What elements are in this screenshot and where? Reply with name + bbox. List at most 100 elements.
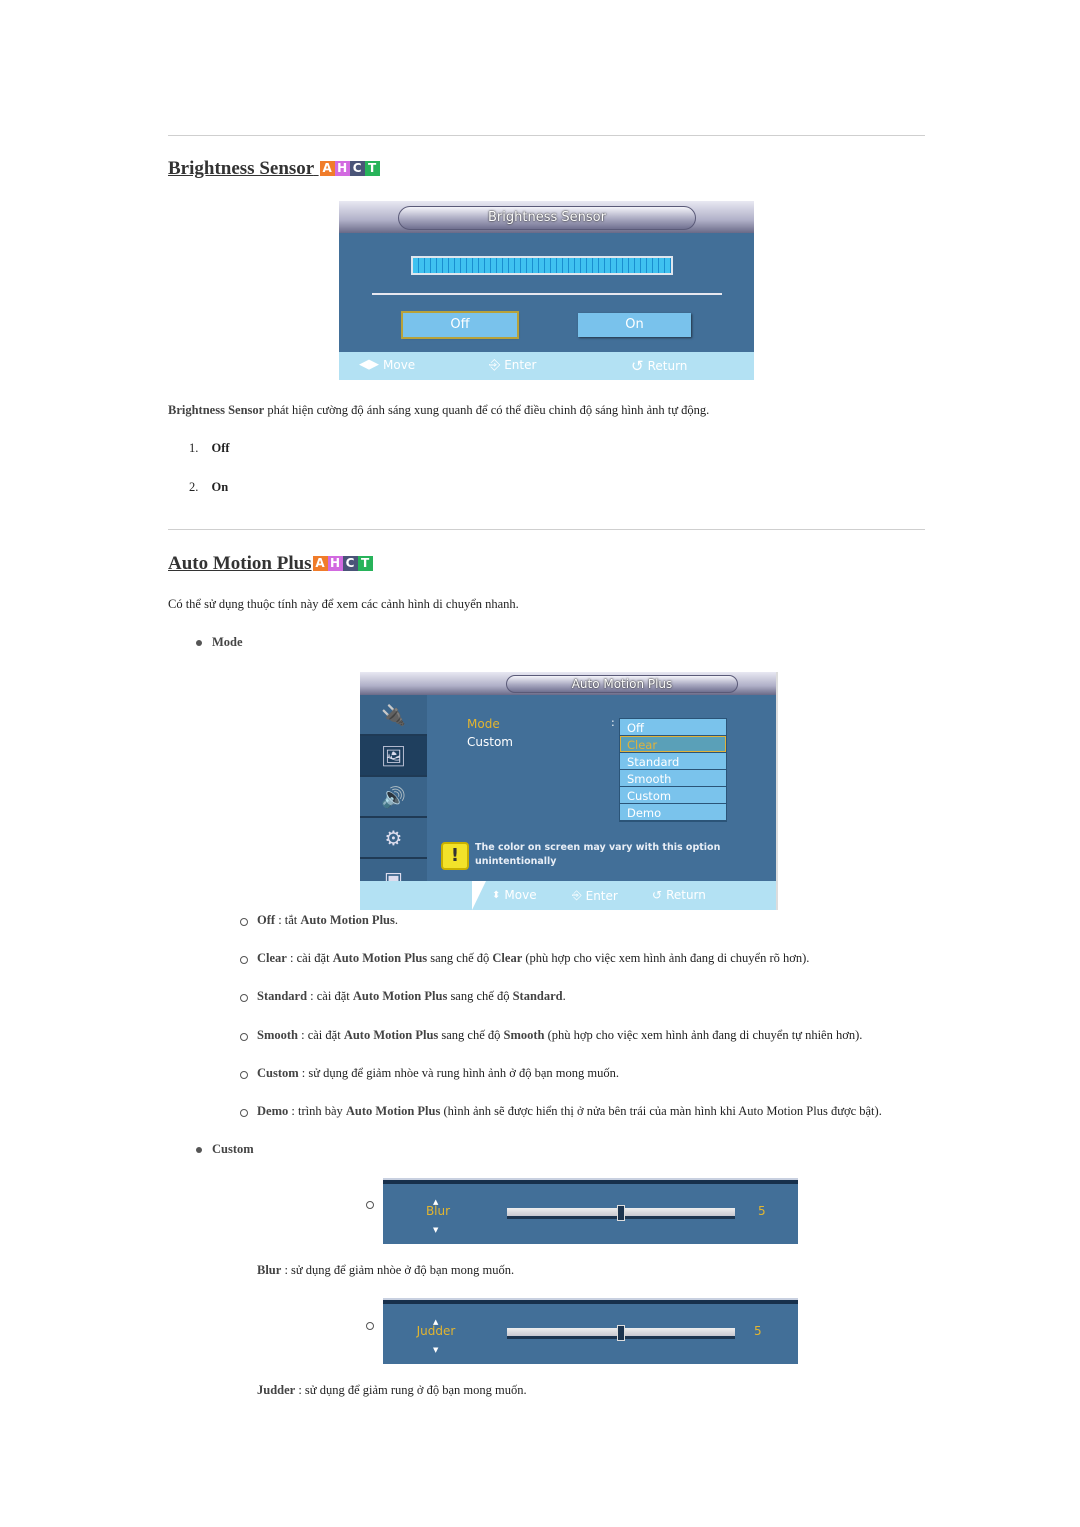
warning-text: The color on screen may vary with this o…: [475, 841, 720, 869]
badge-letter: T: [364, 161, 380, 176]
text-segment: sang chế độ: [427, 951, 493, 966]
circle-bullet-icon: [240, 994, 248, 1003]
option-custom[interactable]: Custom: [620, 787, 726, 803]
bold-term: Brightness Sensor: [168, 403, 265, 417]
option-off[interactable]: Off: [620, 719, 726, 735]
text-segment: : cài đặt: [286, 951, 333, 966]
amp-intro: Có thể sử dụng thuộc tính này để xem các…: [168, 597, 519, 611]
text-segment: sang chế độ: [447, 989, 513, 1004]
text-segment: phát hiện cường độ ánh sáng xung quanh đ…: [264, 403, 710, 417]
divider: [168, 529, 925, 530]
colon: :: [611, 716, 615, 729]
footer-return: Return: [647, 359, 688, 373]
move-arrows-icon: ◀▶: [359, 357, 379, 372]
list-label: Off: [211, 441, 230, 455]
mode-label: Mode: [212, 635, 243, 649]
text-segment: : cài đặt: [307, 989, 353, 1004]
mode-option-item: Off : tắt Auto Motion Plus.: [257, 913, 398, 928]
judder-label: Judder: [416, 1324, 456, 1338]
judder-slider[interactable]: [507, 1325, 735, 1341]
list-label: On: [211, 480, 229, 494]
option-smooth[interactable]: Smooth: [620, 770, 726, 786]
footer-return: Return: [666, 888, 706, 902]
bullet-icon: [196, 640, 202, 646]
heading-text: Brightness Sensor: [168, 158, 314, 179]
badge-letter: T: [357, 556, 373, 571]
slider-thumb[interactable]: [617, 1325, 625, 1341]
heading-text: Auto Motion Plus: [168, 553, 312, 574]
down-arrow-icon[interactable]: ▼: [433, 1226, 438, 1234]
blur-value: 5: [758, 1204, 766, 1218]
picture-icon[interactable]: 🖼: [360, 736, 427, 777]
text-segment: (hình ảnh sẽ được hiển thị ở nửa bên trá…: [440, 1104, 882, 1118]
osd-title: Auto Motion Plus: [506, 675, 738, 693]
circle-bullet-icon: [240, 956, 248, 965]
mode-option-item: Smooth : cài đặt Auto Motion Plus sang c…: [257, 1028, 862, 1043]
osd-title: Brightness Sensor: [398, 206, 696, 230]
osd-sidebar: 🔌 🖼 🔊 ⚙ ▣: [360, 695, 427, 891]
down-arrow-icon[interactable]: ▼: [433, 1346, 438, 1354]
option-demo[interactable]: Demo: [620, 804, 726, 820]
bold-term: Clear: [492, 951, 523, 966]
bold-term: Clear: [257, 951, 287, 966]
off-button[interactable]: Off: [401, 311, 519, 339]
divider: [168, 135, 925, 136]
badge-letter: C: [342, 556, 358, 571]
bold-term: Custom: [257, 1065, 299, 1080]
judder-value: 5: [754, 1324, 762, 1338]
section-heading-brightness-sensor[interactable]: Brightness Sensor AHCT: [168, 158, 380, 180]
brightness-sensor-osd: Brightness Sensor Off On ◀▶ Move ⎆ Enter ↺…: [339, 201, 754, 380]
sound-icon[interactable]: 🔊: [360, 777, 427, 818]
footer-enter: Enter: [504, 358, 537, 372]
section-heading-auto-motion-plus[interactable]: Auto Motion Plus A H C T: [168, 553, 373, 575]
mode-option-item: Demo : trình bày Auto Motion Plus (hình …: [257, 1104, 882, 1119]
option-clear[interactable]: Clear: [620, 736, 726, 752]
bold-term: Off: [257, 913, 276, 927]
menu-item-custom[interactable]: Custom: [467, 735, 513, 749]
setup-gear-icon[interactable]: ⚙: [360, 818, 427, 859]
blur-description: Blur : sử dụng để giảm nhòe ở độ bạn mon…: [257, 1263, 514, 1278]
input-icon[interactable]: 🔌: [360, 695, 427, 736]
text-segment: : sử dụng để giảm nhòe và rung hình ảnh …: [298, 1065, 619, 1080]
enter-icon: ⎆: [572, 888, 582, 902]
bold-term: Blur: [257, 1263, 282, 1277]
mode-option-item: Custom : sử dụng để giảm nhòe và rung hì…: [257, 1066, 619, 1081]
bold-term: Auto Motion Plus: [300, 913, 395, 927]
badge-letter: A: [312, 556, 328, 571]
slider-thumb[interactable]: [617, 1205, 625, 1221]
mode-option-item: Clear : cài đặt Auto Motion Plus sang ch…: [257, 951, 809, 966]
on-button[interactable]: On: [578, 313, 691, 337]
blur-label: Blur: [425, 1204, 451, 1218]
list-item-off: 1. Off: [189, 441, 230, 456]
divider-line: [372, 293, 722, 295]
blur-slider-panel: ▲ Blur ▼ 5: [383, 1180, 798, 1244]
warning-line: unintentionally: [475, 856, 557, 867]
auto-motion-plus-osd: Auto Motion Plus 🔌 🖼 🔊 ⚙ ▣ Mode Custom :…: [360, 672, 778, 910]
enter-icon: ⎆: [489, 357, 501, 373]
text-segment: (phù hợp cho việc xem hình ảnh đang di c…: [522, 951, 810, 966]
badge-letter: H: [334, 161, 350, 176]
mode-option-item: Standard : cài đặt Auto Motion Plus sang…: [257, 989, 566, 1004]
text-segment: : tắt: [275, 913, 301, 927]
text-segment: (phù hợp cho việc xem hình ảnh đang di c…: [544, 1027, 863, 1042]
ahct-badge: AHCT: [312, 556, 373, 571]
circle-bullet-icon: [240, 1070, 248, 1079]
text-segment: .: [394, 913, 398, 927]
warning-icon: !: [441, 842, 469, 870]
footer-move: Move: [504, 888, 537, 902]
bold-term: Auto Motion Plus: [343, 1027, 439, 1042]
bold-term: Demo: [257, 1104, 289, 1118]
return-icon: ↺: [652, 888, 663, 902]
circle-bullet-icon: [366, 1201, 374, 1209]
text-segment: sang chế độ: [438, 1027, 504, 1042]
menu-item-mode[interactable]: Mode: [467, 717, 500, 731]
option-standard[interactable]: Standard: [620, 753, 726, 769]
circle-bullet-icon: [366, 1322, 374, 1330]
footer-enter: Enter: [585, 888, 618, 903]
blur-slider[interactable]: [507, 1205, 735, 1221]
custom-label: Custom: [212, 1142, 254, 1156]
badge-letter: A: [319, 161, 335, 176]
footer-left: [360, 881, 472, 910]
mode-dropdown[interactable]: Off Clear Standard Smooth Custom Demo: [619, 718, 727, 822]
bullet-icon: [196, 1147, 202, 1153]
